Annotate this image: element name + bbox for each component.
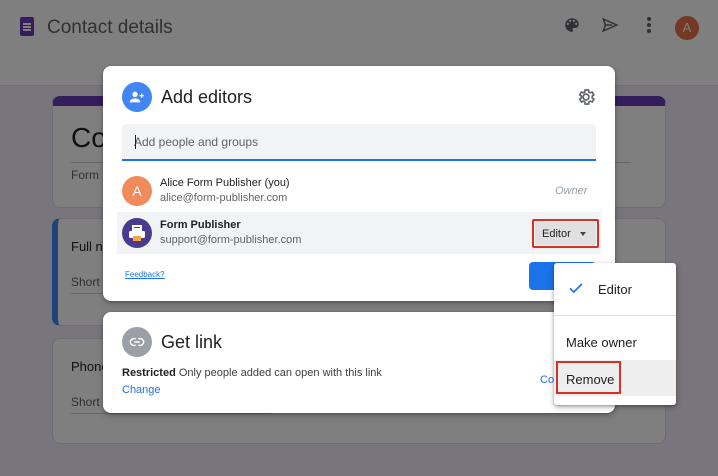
person-row-owner: A Alice Form Publisher (you) alice@form-… bbox=[117, 170, 601, 212]
chevron-down-icon bbox=[579, 231, 586, 236]
access-level: Restricted bbox=[122, 367, 176, 379]
get-link-dialog: Get link Restricted Only people added ca… bbox=[103, 312, 615, 413]
change-access-link[interactable]: Change bbox=[122, 384, 161, 396]
people-search-input[interactable] bbox=[134, 132, 574, 152]
person-name: Alice Form Publisher (you) bbox=[160, 177, 290, 189]
person-email: alice@form-publisher.com bbox=[160, 192, 288, 204]
menu-item-label: Remove bbox=[566, 372, 615, 387]
person-row-editor: Form Publisher support@form-publisher.co… bbox=[117, 212, 601, 254]
add-person-icon bbox=[122, 82, 152, 112]
link-access-description: Restricted Only people added can open wi… bbox=[122, 367, 382, 379]
role-dropdown-menu: Editor Make owner Remove bbox=[554, 263, 676, 405]
gear-icon[interactable] bbox=[576, 87, 596, 107]
avatar: A bbox=[122, 176, 152, 206]
owner-role-label: Owner bbox=[555, 185, 588, 197]
text-caret bbox=[135, 135, 136, 149]
dialog-title: Add editors bbox=[161, 87, 253, 107]
people-search-box[interactable] bbox=[122, 124, 596, 161]
menu-item-remove[interactable]: Remove bbox=[554, 360, 676, 396]
form-publisher-icon bbox=[122, 218, 152, 248]
link-icon bbox=[122, 327, 152, 357]
check-icon bbox=[567, 279, 585, 300]
copy-link-button[interactable]: Co bbox=[540, 374, 554, 386]
add-editors-dialog: Add editors A Alice Form Publisher (you)… bbox=[103, 66, 615, 301]
menu-item-label: Editor bbox=[598, 282, 632, 297]
menu-item-editor[interactable]: Editor bbox=[554, 279, 676, 299]
role-label: Editor bbox=[542, 227, 571, 240]
role-dropdown-button[interactable]: Editor bbox=[532, 219, 599, 248]
menu-item-make-owner[interactable]: Make owner bbox=[554, 333, 676, 353]
person-name: Form Publisher bbox=[160, 219, 241, 231]
feedback-link[interactable]: Feedback? bbox=[125, 270, 165, 279]
menu-divider bbox=[554, 315, 676, 316]
dialog-title: Get link bbox=[161, 332, 223, 352]
person-email: support@form-publisher.com bbox=[160, 234, 302, 246]
access-description: Only people added can open with this lin… bbox=[178, 367, 382, 379]
menu-item-label: Make owner bbox=[566, 335, 637, 350]
